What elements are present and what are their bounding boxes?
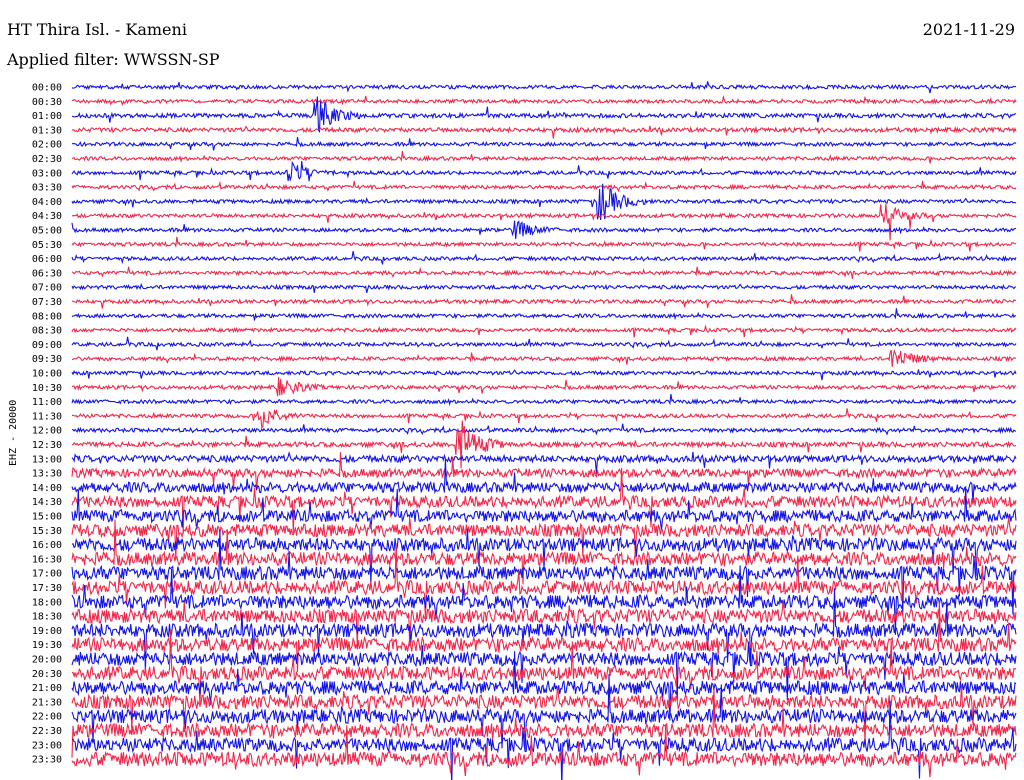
time-tick-label: 15:00 xyxy=(32,512,62,523)
trace-row-0530 xyxy=(71,236,1017,252)
time-tick-label: 16:00 xyxy=(32,540,62,551)
trace-row-2030 xyxy=(71,628,1017,708)
time-tick-label: 07:00 xyxy=(32,283,62,294)
time-tick-label: 07:30 xyxy=(32,297,62,308)
trace-row-0730 xyxy=(72,294,1017,309)
trace-row-0600 xyxy=(71,250,1017,265)
time-tick-label: 14:30 xyxy=(32,497,62,508)
time-tick-label: 21:30 xyxy=(32,697,62,708)
time-tick-label: 04:30 xyxy=(32,211,62,222)
trace-row-1100 xyxy=(71,394,1017,407)
time-tick-label: 02:30 xyxy=(32,154,62,165)
time-tick-label: 01:30 xyxy=(32,125,62,136)
trace-row-0200 xyxy=(72,136,1017,151)
trace-row-1000 xyxy=(71,369,1017,381)
trace-row-0430 xyxy=(71,204,1017,241)
time-tick-label: 21:00 xyxy=(32,683,62,694)
trace-row-0830 xyxy=(71,324,1017,338)
trace-row-0930 xyxy=(71,349,1017,367)
trace-row-1500 xyxy=(71,486,1017,531)
time-tick-label: 00:00 xyxy=(32,83,62,94)
time-tick-label: 15:30 xyxy=(32,526,62,537)
time-tick-label: 18:30 xyxy=(32,612,62,623)
time-tick-label: 23:00 xyxy=(32,740,62,751)
trace-row-2300 xyxy=(71,700,1017,780)
trace-group xyxy=(71,81,1017,780)
time-tick-label: 09:00 xyxy=(32,340,62,351)
time-tick-label: 08:00 xyxy=(32,311,62,322)
trace-row-0230 xyxy=(71,150,1016,164)
seismogram-plot: 00:00 00:30 01:00 01:30 02:00 02:30 03:00 03:30… xyxy=(8,81,1017,780)
trace-row-0130 xyxy=(71,125,1017,139)
time-tick-label: 05:30 xyxy=(32,240,62,251)
time-tick-label: 22:30 xyxy=(32,726,62,737)
time-tick-label: 17:30 xyxy=(32,583,62,594)
trace-row-1030 xyxy=(71,376,1017,397)
time-tick-label: 02:00 xyxy=(32,140,62,151)
channel-label: EHZ - 20000 xyxy=(8,400,19,466)
time-tick-label: 14:00 xyxy=(32,483,62,494)
time-tick-label: 13:00 xyxy=(32,454,62,465)
time-tick-label: 18:00 xyxy=(32,597,62,608)
trace-row-0000 xyxy=(71,81,1017,94)
time-tick-label: 12:00 xyxy=(32,426,62,437)
time-tick-label: 00:30 xyxy=(32,97,62,108)
time-tick-label: 04:00 xyxy=(32,197,62,208)
time-tick-label: 11:30 xyxy=(32,411,62,422)
time-tick-label: 19:30 xyxy=(32,640,62,651)
time-axis: 00:00 00:30 01:00 01:30 02:00 02:30 03:00 03:30… xyxy=(32,83,62,766)
time-tick-label: 19:00 xyxy=(32,626,62,637)
time-tick-label: 10:30 xyxy=(32,383,62,394)
trace-row-1830 xyxy=(71,601,1017,647)
trace-row-0900 xyxy=(71,336,1017,351)
trace-row-0630 xyxy=(71,266,1017,279)
time-tick-label: 05:00 xyxy=(32,226,62,237)
time-tick-label: 13:30 xyxy=(32,469,62,480)
time-tick-label: 01:00 xyxy=(32,111,62,122)
time-tick-label: 11:00 xyxy=(32,397,62,408)
trace-row-0500 xyxy=(71,220,1017,240)
time-tick-label: 09:30 xyxy=(32,354,62,365)
time-tick-label: 16:30 xyxy=(32,554,62,565)
time-tick-label: 08:30 xyxy=(32,326,62,337)
time-tick-label: 03:30 xyxy=(32,183,62,194)
trace-row-0030 xyxy=(71,94,1017,107)
time-tick-label: 06:00 xyxy=(32,254,62,265)
time-tick-label: 22:00 xyxy=(32,712,62,723)
time-tick-label: 06:30 xyxy=(32,268,62,279)
time-tick-label: 20:30 xyxy=(32,669,62,680)
time-tick-label: 12:30 xyxy=(32,440,62,451)
trace-row-0700 xyxy=(71,282,1016,293)
time-tick-label: 20:00 xyxy=(32,655,62,666)
trace-row-0300 xyxy=(71,160,1017,183)
time-tick-label: 10:00 xyxy=(32,369,62,380)
trace-row-1200 xyxy=(71,423,1017,436)
time-tick-label: 23:30 xyxy=(32,755,62,766)
time-tick-label: 03:00 xyxy=(32,168,62,179)
trace-row-0330 xyxy=(71,180,1017,193)
time-tick-label: 17:00 xyxy=(32,569,62,580)
trace-row-0800 xyxy=(71,308,1017,321)
trace-row-1130 xyxy=(71,408,1017,429)
